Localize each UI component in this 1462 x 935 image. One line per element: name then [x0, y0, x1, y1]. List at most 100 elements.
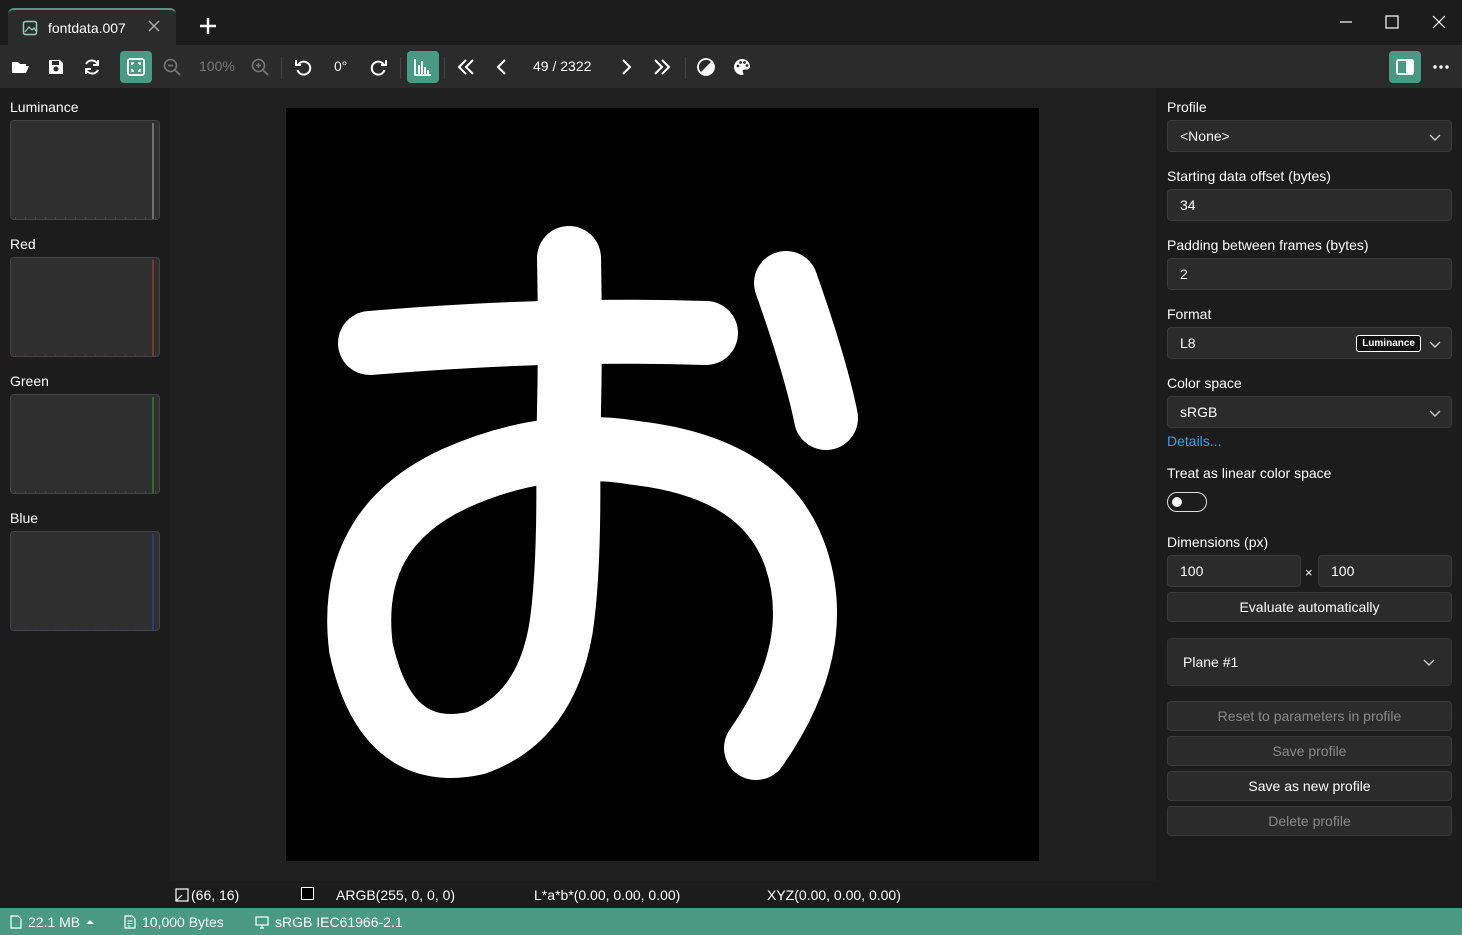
- toolbar-divider: [444, 57, 445, 79]
- close-window-icon[interactable]: [1429, 12, 1449, 32]
- palette-button[interactable]: [726, 51, 758, 83]
- contrast-button[interactable]: [690, 51, 722, 83]
- zoom-out-icon: [163, 58, 181, 76]
- save-profile-button[interactable]: Save profile: [1167, 736, 1452, 766]
- reload-button[interactable]: [76, 51, 108, 83]
- dimension-separator: ×: [1305, 565, 1313, 580]
- rotate-right-icon: [370, 60, 387, 76]
- side-panel-toggle-button[interactable]: [1389, 51, 1421, 83]
- image-canvas[interactable]: [170, 88, 1156, 881]
- profile-label: Profile: [1167, 99, 1207, 115]
- delete-profile-button[interactable]: Delete profile: [1167, 806, 1452, 836]
- histogram-red-plot: [15, 260, 157, 356]
- profile-value: <None>: [1180, 128, 1230, 144]
- settings-panel: Profile <None> Starting data offset (byt…: [1156, 88, 1462, 908]
- file-size-value: 22.1 MB: [28, 914, 81, 930]
- refresh-icon: [85, 59, 99, 75]
- zoom-in-icon: [251, 58, 269, 76]
- argb-value: ARGB(255, 0, 0, 0): [336, 887, 456, 903]
- folder-open-icon: [12, 62, 29, 73]
- details-link[interactable]: Details...: [1167, 433, 1221, 449]
- chevron-down-icon: [1423, 659, 1435, 666]
- width-value: 100: [1180, 563, 1204, 579]
- monitor-icon: [255, 916, 269, 929]
- last-frame-button[interactable]: [646, 51, 678, 83]
- frame-counter[interactable]: 49 / 2322: [533, 58, 591, 74]
- previous-frame-button[interactable]: [486, 51, 518, 83]
- tab-fontdata[interactable]: fontdata.007: [8, 8, 176, 45]
- xyz-value: XYZ(0.00, 0.00, 0.00): [767, 887, 901, 903]
- chevron-down-icon: [1429, 134, 1441, 141]
- histogram-green-plot: [15, 397, 157, 493]
- colorspace-label: Color space: [1167, 375, 1242, 391]
- close-tab-icon[interactable]: [146, 18, 162, 34]
- zoom-level: 100%: [199, 58, 235, 74]
- linear-label: Treat as linear color space: [1167, 465, 1332, 481]
- image-icon: [22, 20, 38, 35]
- minimize-icon[interactable]: [1336, 12, 1356, 32]
- chevron-right-icon: [622, 59, 632, 75]
- file-icon: [10, 915, 22, 929]
- save-new-profile-button[interactable]: Save as new profile: [1167, 771, 1452, 801]
- width-input[interactable]: 100: [1167, 555, 1301, 587]
- colorspace-select[interactable]: sRGB: [1167, 396, 1452, 428]
- profile-select[interactable]: <None>: [1167, 120, 1452, 152]
- chevron-left-icon: [496, 59, 506, 75]
- toggle-knob: [1172, 497, 1182, 507]
- histogram-toggle-button[interactable]: [407, 51, 439, 83]
- histogram-green: [10, 394, 160, 494]
- linear-toggle[interactable]: [1167, 492, 1207, 512]
- pixel-color-swatch: [301, 887, 314, 900]
- open-button[interactable]: [4, 51, 36, 83]
- format-select[interactable]: L8 Luminance: [1167, 327, 1452, 359]
- more-options-button[interactable]: [1425, 51, 1457, 83]
- plane-expander[interactable]: Plane #1: [1167, 638, 1452, 686]
- rotation-angle: 0°: [334, 58, 348, 74]
- zoom-out-button[interactable]: [156, 51, 188, 83]
- histogram-label-green: Green: [10, 373, 49, 389]
- offset-input[interactable]: 34: [1167, 189, 1452, 221]
- lab-value: L*a*b*(0.00, 0.00, 0.00): [534, 887, 681, 903]
- more-horizontal-icon: [1433, 65, 1449, 69]
- maximize-icon[interactable]: [1382, 12, 1402, 32]
- save-button[interactable]: [40, 51, 72, 83]
- fit-screen-icon: [127, 58, 145, 76]
- offset-value: 34: [1180, 197, 1196, 213]
- color-swatch: [301, 887, 314, 900]
- coords-value: (66, 16): [191, 887, 240, 903]
- first-frame-button[interactable]: [450, 51, 482, 83]
- palette-icon: [734, 59, 750, 75]
- side-panel-icon: [1396, 59, 1414, 75]
- offset-label: Starting data offset (bytes): [1167, 168, 1331, 184]
- rotate-right-button[interactable]: [363, 51, 395, 83]
- colorspace-value: sRGB: [1180, 404, 1218, 420]
- histogram-luminance-plot: [15, 123, 157, 219]
- cursor-position-icon: [175, 888, 189, 902]
- format-label: Format: [1167, 306, 1212, 322]
- padding-input[interactable]: 2: [1167, 258, 1452, 290]
- hiragana-glyph: [327, 226, 858, 780]
- decoded-frame-image[interactable]: [286, 108, 1039, 861]
- next-frame-button[interactable]: [610, 51, 642, 83]
- new-tab-icon[interactable]: [198, 16, 218, 36]
- contrast-icon: [697, 58, 715, 76]
- rotate-left-button[interactable]: [287, 51, 319, 83]
- histogram-label-luminance: Luminance: [10, 99, 79, 115]
- height-input[interactable]: 100: [1318, 555, 1452, 587]
- histogram-label-blue: Blue: [10, 510, 39, 526]
- histogram-icon: [414, 59, 431, 76]
- format-value: L8: [1180, 335, 1196, 351]
- file-size[interactable]: 22.1 MB: [10, 914, 101, 930]
- data-size-value: 10,000 Bytes: [142, 914, 224, 930]
- padding-label: Padding between frames (bytes): [1167, 237, 1369, 253]
- fit-to-window-button[interactable]: [120, 51, 152, 83]
- save-icon: [49, 60, 63, 74]
- color-profile: sRGB IEC61966-2.1: [255, 914, 403, 930]
- histogram-red: [10, 257, 160, 357]
- zoom-in-button[interactable]: [244, 51, 276, 83]
- histogram-label-red: Red: [10, 236, 36, 252]
- reset-profile-button[interactable]: Reset to parameters in profile: [1167, 701, 1452, 731]
- evaluate-button[interactable]: Evaluate automatically: [1167, 592, 1452, 622]
- toolbar-divider: [281, 57, 282, 79]
- double-chevron-right-icon: [654, 59, 671, 75]
